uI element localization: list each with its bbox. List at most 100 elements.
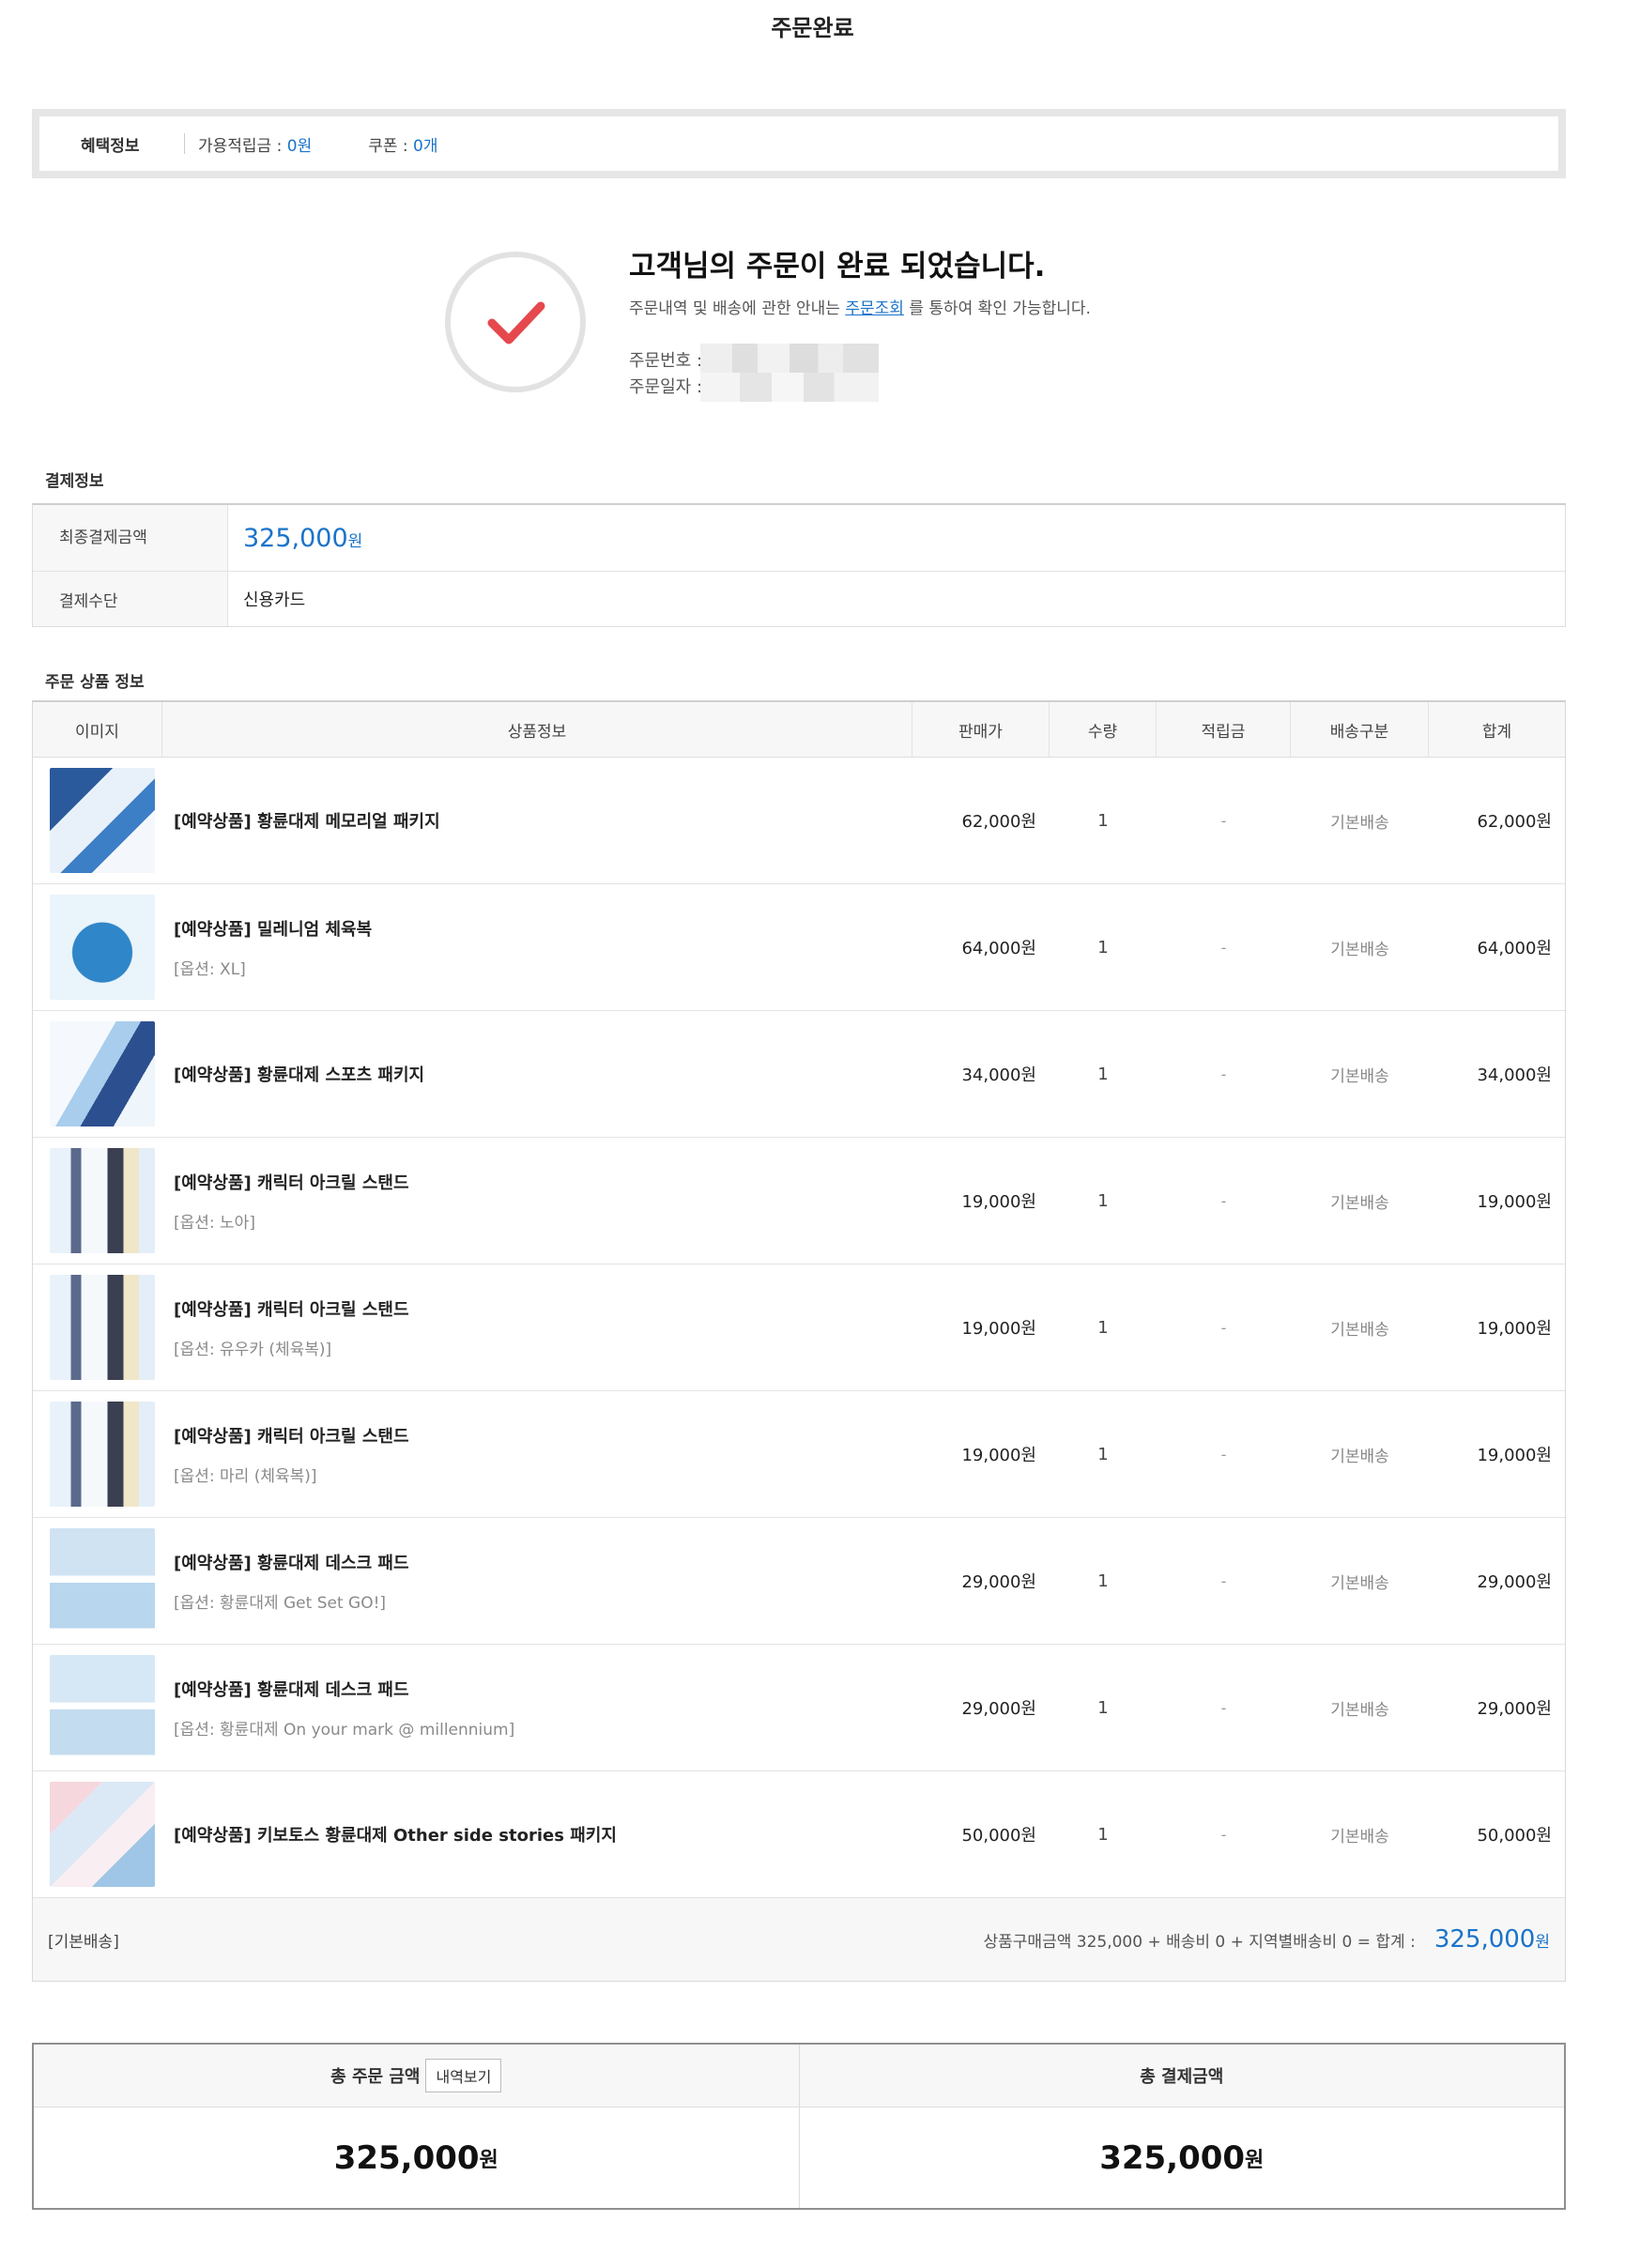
product-qty: 1	[1097, 810, 1109, 831]
product-name[interactable]: [예약상품] 황륜대제 메모리얼 패키지	[174, 808, 440, 833]
product-qty: 1	[1097, 1824, 1109, 1845]
view-details-button[interactable]: 내역보기	[425, 2059, 502, 2092]
table-row: [예약상품] 키보토스 황륜대제 Other side stories 패키지 …	[33, 1771, 1565, 1898]
final-amount-cell: 325,000원	[228, 505, 1565, 571]
total-payment-amount: 325,000 원	[1099, 2138, 1265, 2177]
product-qty: 1	[1097, 1697, 1109, 1718]
product-shipping: 기본배송	[1330, 1320, 1389, 1340]
product-points: -	[1220, 1698, 1227, 1717]
product-thumbnail[interactable]	[50, 1402, 155, 1507]
payment-method-label: 결제수단	[33, 572, 228, 626]
final-amount-label: 최종결제금액	[33, 505, 228, 571]
product-shipping: 기본배송	[1330, 1066, 1389, 1086]
product-shipping: 기본배송	[1330, 1447, 1389, 1466]
total-payment-column: 총 결제금액 325,000 원	[799, 2045, 1564, 2208]
product-name[interactable]: [예약상품] 황륜대제 데스크 패드	[174, 1677, 409, 1701]
product-thumbnail[interactable]	[50, 1148, 155, 1253]
redacted-order-info	[700, 344, 879, 402]
final-amount: 325,000원	[243, 523, 363, 553]
coupon-value[interactable]: 0개	[413, 137, 437, 156]
product-shipping: 기본배송	[1330, 1700, 1389, 1720]
product-shipping: 기본배송	[1330, 1573, 1389, 1593]
points-label: 가용적립금 :	[198, 136, 287, 156]
coupon-count: 쿠폰 : 0개	[368, 132, 437, 156]
product-name[interactable]: [예약상품] 황륜대제 데스크 패드	[174, 1550, 409, 1574]
product-points: -	[1220, 1191, 1227, 1210]
product-thumbnail[interactable]	[50, 1528, 155, 1633]
product-points: -	[1220, 811, 1227, 830]
header-image: 이미지	[33, 702, 162, 757]
product-price: 34,000원	[961, 1065, 1036, 1085]
product-shipping: 기본배송	[1330, 1827, 1389, 1847]
product-qty: 1	[1097, 1571, 1109, 1591]
final-amount-row: 최종결제금액 325,000원	[33, 505, 1565, 572]
product-name[interactable]: [예약상품] 캐릭터 아크릴 스탠드	[174, 1296, 409, 1321]
product-qty: 1	[1097, 1317, 1109, 1338]
available-points: 가용적립금 : 0원	[198, 132, 312, 156]
complete-title: 고객님의 주문이 완료 되었습니다.	[629, 250, 1046, 284]
product-points: -	[1220, 1571, 1227, 1590]
product-total: 19,000원	[1477, 1319, 1552, 1339]
product-total: 19,000원	[1477, 1192, 1552, 1212]
product-total: 19,000원	[1477, 1446, 1552, 1465]
product-option: [옵션: 노아]	[174, 1213, 255, 1233]
products-section-label: 주문 상품 정보	[45, 673, 145, 692]
order-date-label: 주문일자 :	[629, 377, 703, 397]
total-payment-label: 총 결제금액	[799, 2045, 1564, 2107]
product-thumbnail[interactable]	[50, 1782, 155, 1887]
header-info: 상품정보	[162, 702, 912, 757]
product-name[interactable]: [예약상품] 황륜대제 스포츠 패키지	[174, 1062, 424, 1086]
product-price: 64,000원	[961, 939, 1036, 958]
product-price: 19,000원	[961, 1446, 1036, 1465]
check-icon	[445, 252, 586, 392]
payment-section-label: 결제정보	[45, 472, 104, 491]
header-price: 판매가	[912, 702, 1050, 757]
product-points: -	[1220, 1318, 1227, 1337]
order-number-label: 주문번호 :	[629, 351, 703, 371]
product-thumbnail[interactable]	[50, 1021, 155, 1126]
product-shipping: 기본배송	[1330, 813, 1389, 833]
table-row: [예약상품] 캐릭터 아크릴 스탠드 [옵션: 노아] 19,000원 1 - 기…	[33, 1138, 1565, 1264]
table-row: [예약상품] 황륜대제 스포츠 패키지 34,000원 1 - 기본배송 34,…	[33, 1011, 1565, 1138]
product-name[interactable]: [예약상품] 키보토스 황륜대제 Other side stories 패키지	[174, 1822, 617, 1847]
payment-method-row: 결제수단 신용카드	[33, 572, 1565, 626]
header-qty: 수량	[1050, 702, 1157, 757]
product-thumbnail[interactable]	[50, 895, 155, 1000]
product-name[interactable]: [예약상품] 캐릭터 아크릴 스탠드	[174, 1170, 409, 1194]
total-order-header: 총 주문 금액 내역보기	[34, 2045, 799, 2107]
product-option: [옵션: 황륜대제 On your mark @ millennium]	[174, 1720, 515, 1739]
product-thumbnail[interactable]	[50, 1655, 155, 1760]
product-price: 19,000원	[961, 1319, 1036, 1339]
product-total: 34,000원	[1477, 1065, 1552, 1085]
table-row: [예약상품] 밀레니엄 체육복 [옵션: XL] 64,000원 1 - 기본배송…	[33, 884, 1565, 1011]
product-thumbnail[interactable]	[50, 768, 155, 873]
product-points: -	[1220, 1445, 1227, 1463]
table-row: [예약상품] 황륜대제 데스크 패드 [옵션: 황륜대제 Get Set GO!]…	[33, 1518, 1565, 1645]
product-price: 29,000원	[961, 1572, 1036, 1592]
product-option: [옵션: 유우카 (체육복)]	[174, 1340, 332, 1359]
product-thumbnail[interactable]	[50, 1275, 155, 1380]
points-value[interactable]: 0원	[287, 137, 312, 156]
benefit-title: 혜택정보	[81, 136, 140, 156]
subtotal-summary: 상품구매금액 325,000 + 배송비 0 + 지역별배송비 0 = 합계 :…	[984, 1925, 1550, 1954]
product-qty: 1	[1097, 1190, 1109, 1211]
product-qty: 1	[1097, 1444, 1109, 1464]
header-total: 합계	[1481, 722, 1512, 742]
product-price: 62,000원	[961, 812, 1036, 832]
product-total: 62,000원	[1477, 812, 1552, 832]
table-row: [예약상품] 캐릭터 아크릴 스탠드 [옵션: 마리 (체육복)] 19,000원…	[33, 1391, 1565, 1518]
order-lookup-link[interactable]: 주문조회	[845, 299, 904, 318]
subtotal-amount: 325,000원	[1433, 1925, 1550, 1954]
table-footer: [기본배송] 상품구매금액 325,000 + 배송비 0 + 지역별배송비 0…	[33, 1898, 1565, 1981]
product-qty: 1	[1097, 1064, 1109, 1084]
product-name[interactable]: [예약상품] 캐릭터 아크릴 스탠드	[174, 1423, 409, 1448]
payment-table: 최종결제금액 325,000원 결제수단 신용카드	[32, 503, 1566, 627]
totals-box: 총 주문 금액 내역보기 325,000 원 총 결제금액 325,000 원	[32, 2043, 1566, 2210]
total-order-column: 총 주문 금액 내역보기 325,000 원	[34, 2045, 800, 2208]
product-total: 64,000원	[1477, 939, 1552, 958]
product-qty: 1	[1097, 937, 1109, 958]
product-name[interactable]: [예약상품] 밀레니엄 체육복	[174, 916, 372, 941]
benefit-bar: 혜택정보 가용적립금 : 0원 쿠폰 : 0개	[32, 109, 1566, 178]
product-points: -	[1220, 1065, 1227, 1083]
subtotal-formula: 상품구매금액 325,000 + 배송비 0 + 지역별배송비 0 = 합계 :	[983, 1933, 1416, 1952]
